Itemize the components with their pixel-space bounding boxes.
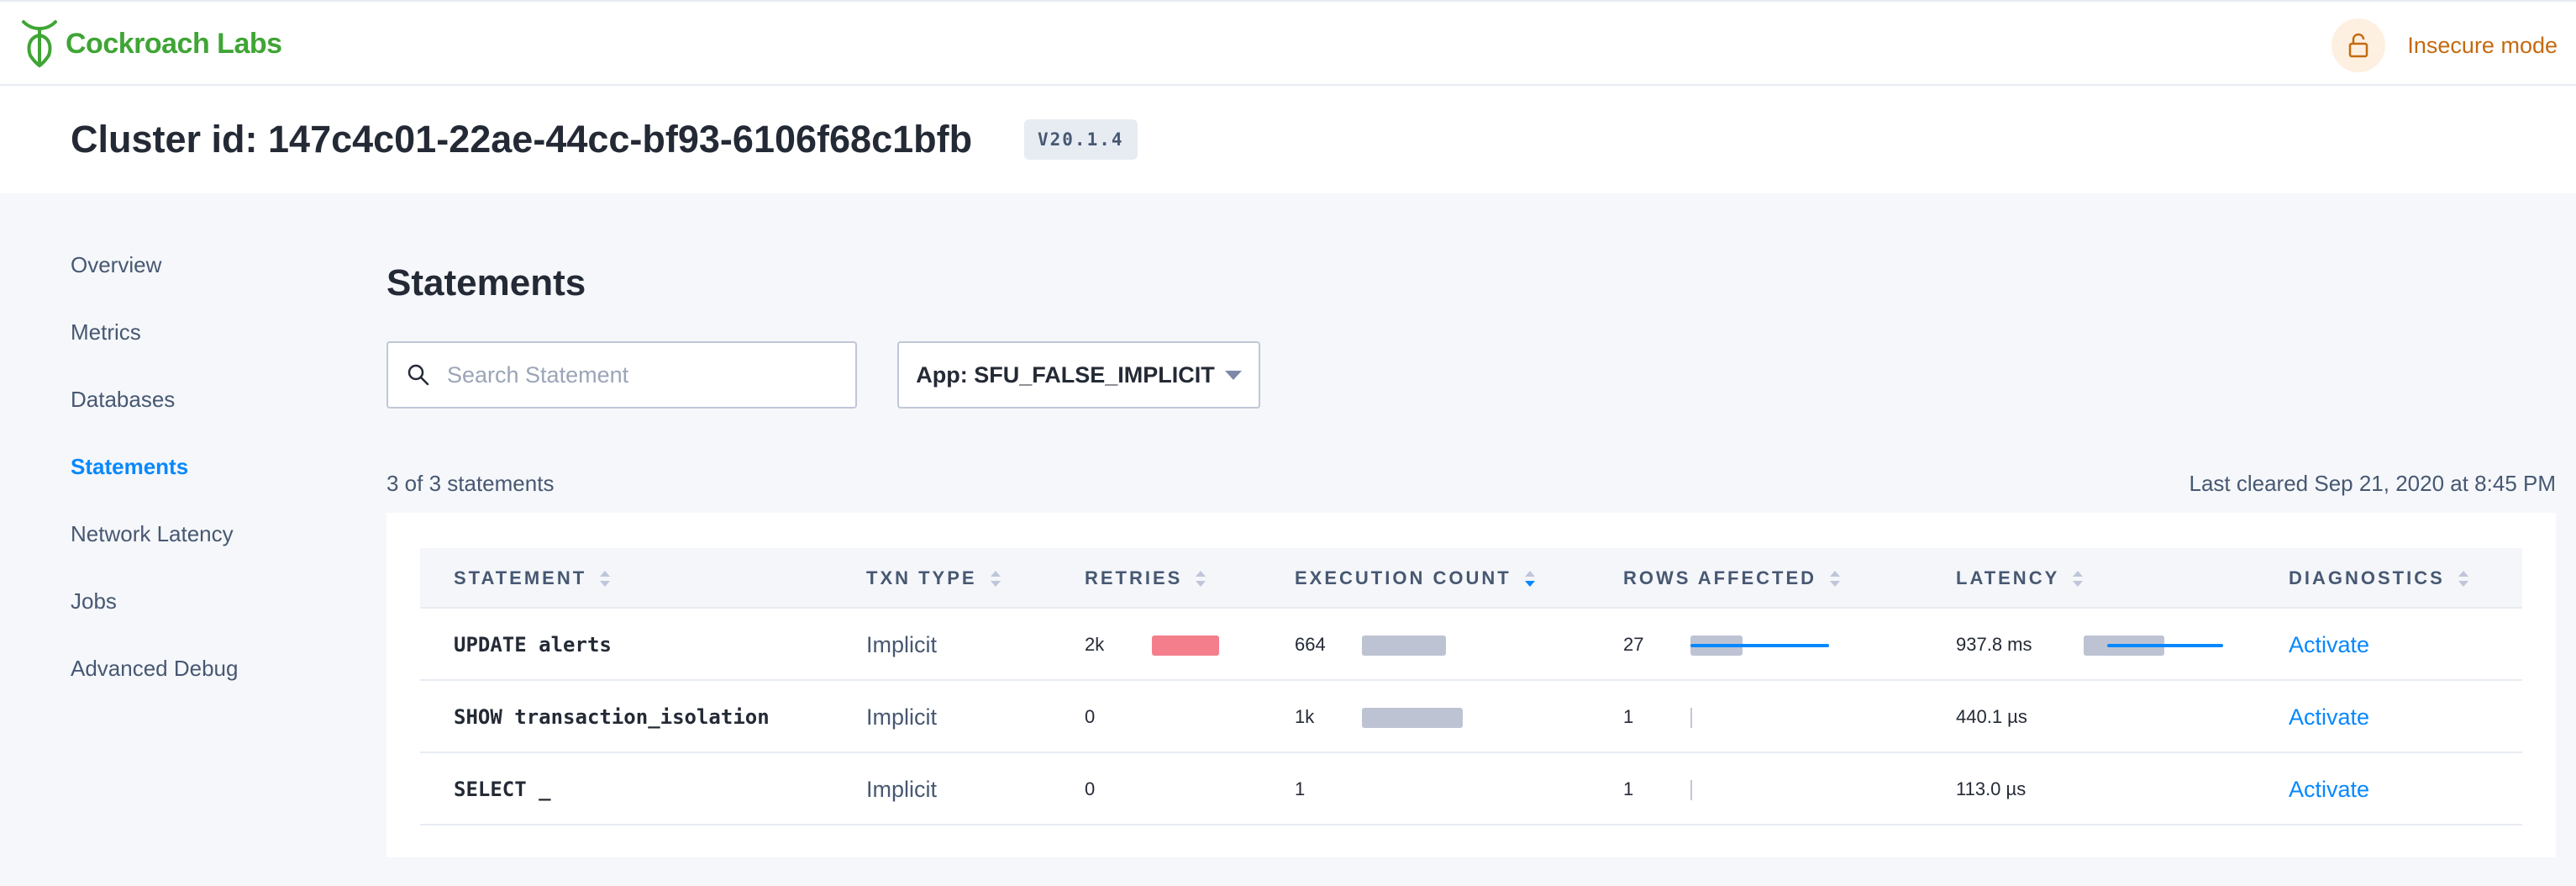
sidebar-item-network-latency[interactable]: Network Latency bbox=[71, 521, 234, 547]
search-input[interactable] bbox=[447, 361, 842, 388]
rows-affected-cell: 1 bbox=[1623, 706, 1634, 727]
activate-diagnostics-link[interactable]: Activate bbox=[2289, 609, 2369, 681]
execution-count-cell: 1k bbox=[1295, 706, 1315, 727]
retries-cell: 0 bbox=[1085, 778, 1096, 799]
statement-link[interactable]: SHOW transaction_isolation bbox=[454, 681, 770, 753]
txn-type-cell: Implicit bbox=[866, 631, 938, 657]
activate-diagnostics-link[interactable]: Activate bbox=[2289, 753, 2369, 825]
column-header-latency[interactable]: LATENCY bbox=[1956, 548, 2084, 609]
sort-icon bbox=[990, 570, 1001, 587]
rows-affected-cell: 1 bbox=[1623, 778, 1634, 799]
insecure-mode-indicator[interactable]: Insecure mode bbox=[2332, 18, 2558, 72]
sidebar-item-databases[interactable]: Databases bbox=[71, 387, 175, 413]
app-filter-dropdown[interactable]: App: SFU_FALSE_IMPLICIT bbox=[897, 341, 1260, 409]
cluster-id-title: Cluster id: 147c4c01-22ae-44cc-bf93-6106… bbox=[71, 118, 973, 161]
sidebar-item-statements[interactable]: Statements bbox=[71, 454, 188, 480]
search-box[interactable] bbox=[386, 341, 857, 409]
chevron-down-icon bbox=[1224, 370, 1242, 380]
table-header: STATEMENT TXN TYPE RETRIES EXECUTION COU… bbox=[420, 548, 2522, 609]
retries-cell: 2k bbox=[1085, 634, 1105, 655]
column-label: RETRIES bbox=[1085, 567, 1183, 588]
search-icon bbox=[407, 364, 429, 386]
execution-count-cell: 1 bbox=[1295, 778, 1306, 799]
column-label: TXN TYPE bbox=[866, 567, 977, 588]
activate-diagnostics-link[interactable]: Activate bbox=[2289, 681, 2369, 753]
column-header-retries[interactable]: RETRIES bbox=[1085, 548, 1207, 609]
statements-table: STATEMENT TXN TYPE RETRIES EXECUTION COU… bbox=[386, 513, 2556, 857]
table-row: SELECT _ Implicit 0 1 1 113.0 µs Activat… bbox=[420, 753, 2522, 825]
last-cleared-timestamp: Last cleared Sep 21, 2020 at 8:45 PM bbox=[2189, 471, 2556, 496]
column-label: STATEMENT bbox=[454, 567, 587, 588]
statement-count: 3 of 3 statements bbox=[386, 471, 555, 496]
column-label: EXECUTION COUNT bbox=[1295, 567, 1511, 588]
txn-type-cell: Implicit bbox=[866, 704, 938, 730]
sort-icon bbox=[1196, 570, 1207, 587]
sort-icon bbox=[1830, 570, 1841, 587]
sidebar-item-metrics[interactable]: Metrics bbox=[71, 319, 141, 345]
execution-count-cell: 664 bbox=[1295, 634, 1326, 655]
column-label: DIAGNOSTICS bbox=[2289, 567, 2445, 588]
column-label: LATENCY bbox=[1956, 567, 2060, 588]
cockroach-logo-icon bbox=[22, 20, 57, 68]
latency-cell: 113.0 µs bbox=[1956, 778, 2027, 799]
txn-type-cell: Implicit bbox=[866, 776, 938, 802]
retries-cell: 0 bbox=[1085, 706, 1096, 727]
statement-link[interactable]: SELECT _ bbox=[454, 753, 551, 825]
sidebar-item-advanced-debug[interactable]: Advanced Debug bbox=[71, 656, 238, 682]
column-header-diagnostics[interactable]: DIAGNOSTICS bbox=[2289, 548, 2468, 609]
column-header-rows-affected[interactable]: ROWS AFFECTED bbox=[1623, 548, 1841, 609]
sort-icon bbox=[600, 570, 611, 587]
sort-icon bbox=[2073, 570, 2084, 587]
app-filter-label: App: SFU_FALSE_IMPLICIT bbox=[916, 361, 1215, 388]
cockroach-labs-logo[interactable]: Cockroach Labs bbox=[18, 18, 282, 69]
column-header-txn-type[interactable]: TXN TYPE bbox=[866, 548, 1001, 609]
statement-link[interactable]: UPDATE alerts bbox=[454, 609, 612, 681]
latency-cell: 937.8 ms bbox=[1956, 634, 2032, 655]
sidebar-item-jobs[interactable]: Jobs bbox=[71, 588, 117, 614]
rows-affected-cell: 27 bbox=[1623, 634, 1644, 655]
table-row: SHOW transaction_isolation Implicit 0 1k… bbox=[420, 681, 2522, 753]
column-header-execution-count[interactable]: EXECUTION COUNT bbox=[1295, 548, 1535, 609]
column-label: ROWS AFFECTED bbox=[1623, 567, 1817, 588]
top-bar: Cockroach Labs Insecure mode bbox=[0, 0, 2576, 86]
latency-cell: 440.1 µs bbox=[1956, 706, 2027, 727]
version-badge: V20.1.4 bbox=[1024, 119, 1138, 160]
insecure-mode-label: Insecure mode bbox=[2407, 32, 2558, 58]
table-row: UPDATE alerts Implicit 2k 664 27 937.8 m… bbox=[420, 609, 2522, 681]
sidebar-item-overview[interactable]: Overview bbox=[71, 252, 161, 278]
page-title: Statements bbox=[386, 262, 586, 303]
sort-descending-icon bbox=[1524, 570, 1535, 587]
unlock-icon bbox=[2332, 18, 2386, 72]
cluster-header: Cluster id: 147c4c01-22ae-44cc-bf93-6106… bbox=[0, 86, 2576, 193]
brand-name: Cockroach Labs bbox=[66, 27, 282, 60]
sort-icon bbox=[2458, 570, 2468, 587]
column-header-statement[interactable]: STATEMENT bbox=[454, 548, 611, 609]
